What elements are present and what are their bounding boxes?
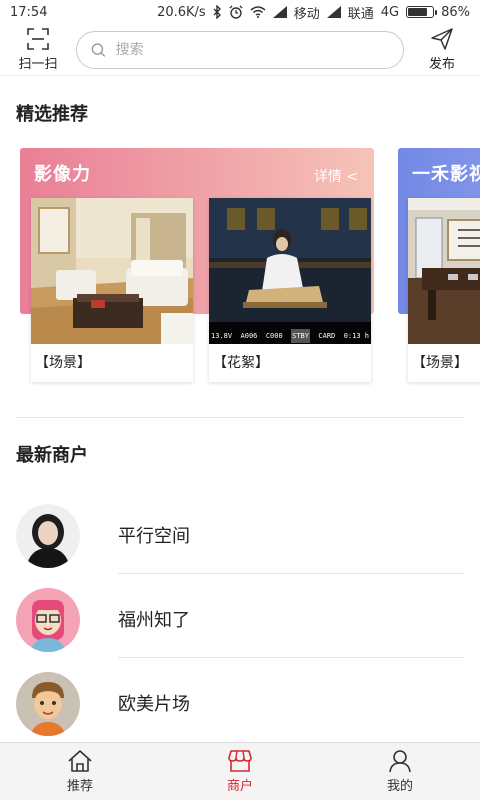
search-icon <box>91 42 106 57</box>
tab-label: 商户 <box>226 779 253 794</box>
network-speed: 20.6K/s <box>157 4 206 20</box>
film-set-monitor-photo: 13.8V A006 C000 STBY CARD 0:13 h <box>209 198 371 344</box>
shop-icon <box>228 750 252 772</box>
featured-section-title: 精选推荐 <box>16 104 88 125</box>
battery-percent: 86% <box>441 4 470 20</box>
featured-item[interactable]: 【场景】 <box>31 198 193 382</box>
wifi-icon <box>250 6 266 18</box>
tab-label: 推荐 <box>66 779 93 794</box>
bottom-tab-bar: 推荐 商户 我的 <box>0 742 480 800</box>
status-time: 17:54 <box>10 4 48 20</box>
search-input[interactable] <box>115 41 389 58</box>
featured-item-caption: 【花絮】 <box>213 355 269 371</box>
monitor-clip: A006 <box>240 332 258 340</box>
merchant-name: 平行空间 <box>118 526 190 547</box>
tab-recommend[interactable]: 推荐 <box>0 743 160 800</box>
section-divider <box>16 417 464 418</box>
merchants-section-title: 最新商户 <box>16 445 88 466</box>
merchant-row[interactable]: 平行空间 <box>0 490 480 574</box>
publish-button[interactable]: 发布 <box>404 27 480 72</box>
carrier-2: 联通 <box>347 6 374 22</box>
publish-label: 发布 <box>428 56 455 72</box>
tab-label: 我的 <box>386 779 413 794</box>
user-icon <box>389 750 411 773</box>
monitor-time: 0:13 h <box>343 332 369 340</box>
featured-carousel[interactable]: 影像力 详情 < 【场景】 13.8V A006 C000 STBY CARD … <box>0 148 480 388</box>
merchant-name: 福州知了 <box>118 610 190 631</box>
status-bar: 17:54 20.6K/s 移动 联通 4G 86% <box>0 0 480 24</box>
card-details-link[interactable]: 详情 < <box>314 166 358 186</box>
signal-icon <box>326 6 341 18</box>
tea-room-photo <box>408 198 480 344</box>
featured-item-caption: 【场景】 <box>412 355 468 371</box>
monitor-code: C000 <box>265 332 283 340</box>
merchant-name: 欧美片场 <box>118 694 190 715</box>
carrier-1: 移动 <box>293 6 320 22</box>
scan-label: 扫一扫 <box>18 56 58 72</box>
featured-item[interactable]: 13.8V A006 C000 STBY CARD 0:13 h 【花絮】 <box>209 198 371 382</box>
merchant-row[interactable]: 欧美片场 <box>0 658 480 742</box>
tab-merchants[interactable]: 商户 <box>160 743 320 800</box>
living-room-photo <box>31 198 193 344</box>
featured-item[interactable]: 【场景】 <box>408 198 480 382</box>
card-title: 影像力 <box>34 164 91 185</box>
bluetooth-icon <box>213 5 221 19</box>
top-header: 扫一扫 发布 <box>0 24 480 76</box>
scan-icon <box>27 27 49 50</box>
monitor-card: CARD <box>318 332 336 340</box>
monitor-overlay: 13.8V A006 C000 STBY CARD 0:13 h <box>209 329 371 343</box>
home-icon <box>68 750 92 772</box>
status-indicators: 20.6K/s 移动 联通 4G 86% <box>157 3 470 22</box>
scan-button[interactable]: 扫一扫 <box>0 27 76 72</box>
send-icon <box>431 27 453 50</box>
battery-level <box>408 8 427 16</box>
alarm-icon <box>229 5 243 19</box>
battery-icon <box>406 6 438 18</box>
search-bar[interactable] <box>76 30 404 69</box>
cartoon-girl-avatar <box>16 588 80 652</box>
tab-mine[interactable]: 我的 <box>320 743 480 800</box>
woman-photo-avatar <box>16 504 80 568</box>
monitor-status: STBY <box>291 329 310 343</box>
monitor-voltage: 13.8V <box>211 332 233 340</box>
card-title: 一禾影视 <box>412 164 480 185</box>
network-type: 4G <box>380 4 400 20</box>
featured-card[interactable]: 影像力 详情 < 【场景】 13.8V A006 C000 STBY CARD … <box>20 148 374 386</box>
featured-item-caption: 【场景】 <box>35 355 91 371</box>
signal-icon <box>272 6 287 18</box>
cartoon-boy-avatar <box>16 672 80 736</box>
featured-card[interactable]: 一禾影视 【场景】 <box>398 148 480 386</box>
merchant-row[interactable]: 福州知了 <box>0 574 480 658</box>
